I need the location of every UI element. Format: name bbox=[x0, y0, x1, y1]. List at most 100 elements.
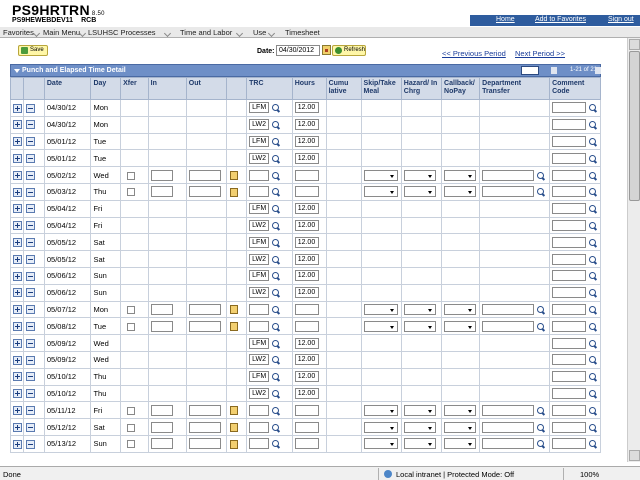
col-out[interactable]: Out bbox=[185, 77, 228, 100]
callback-nopay-select[interactable] bbox=[444, 421, 477, 433]
search-icon[interactable] bbox=[272, 339, 280, 347]
hours-input[interactable] bbox=[294, 186, 319, 198]
trc-input[interactable]: LW2 bbox=[249, 119, 270, 131]
search-icon[interactable] bbox=[589, 154, 597, 162]
department-transfer-input[interactable] bbox=[482, 303, 535, 315]
search-icon[interactable] bbox=[272, 221, 280, 229]
comment-code-input[interactable] bbox=[552, 320, 587, 332]
first-page-icon[interactable] bbox=[551, 67, 557, 74]
add-row-icon[interactable] bbox=[13, 170, 22, 180]
callback-nopay-select[interactable] bbox=[444, 169, 477, 181]
search-icon[interactable] bbox=[272, 121, 280, 129]
search-icon[interactable] bbox=[272, 137, 280, 145]
last-page-icon[interactable] bbox=[595, 67, 601, 74]
search-icon[interactable] bbox=[272, 373, 280, 381]
delete-row-icon[interactable] bbox=[25, 406, 35, 415]
add-row-icon[interactable] bbox=[13, 305, 22, 315]
trc-input[interactable] bbox=[249, 404, 270, 416]
search-icon[interactable] bbox=[589, 322, 597, 330]
hours-input[interactable]: 12.00 bbox=[294, 203, 319, 215]
xfer-checkbox[interactable] bbox=[127, 423, 136, 432]
collapse-icon[interactable] bbox=[14, 69, 20, 73]
col-callback-nopay[interactable]: Callback/ NoPay bbox=[441, 77, 481, 100]
trc-input[interactable] bbox=[249, 186, 270, 198]
add-row-icon[interactable] bbox=[13, 355, 22, 365]
out-time-input[interactable] bbox=[188, 438, 221, 450]
department-transfer-input[interactable] bbox=[482, 320, 535, 332]
col-trc[interactable]: TRC bbox=[246, 77, 293, 100]
search-icon[interactable] bbox=[589, 356, 597, 364]
callback-nopay-select[interactable] bbox=[444, 303, 477, 315]
department-transfer-input[interactable] bbox=[482, 404, 535, 416]
add-row-icon[interactable] bbox=[13, 137, 22, 147]
home-link[interactable]: Home bbox=[496, 16, 515, 23]
comment-code-input[interactable] bbox=[552, 303, 587, 315]
save-button[interactable]: Save bbox=[18, 45, 48, 56]
add-row-icon[interactable] bbox=[13, 439, 22, 449]
add-row-icon[interactable] bbox=[13, 204, 22, 214]
trc-input[interactable]: LFM bbox=[249, 270, 270, 282]
comment-code-input[interactable] bbox=[552, 102, 587, 114]
in-time-input[interactable] bbox=[150, 303, 173, 315]
xfer-checkbox[interactable] bbox=[127, 188, 136, 197]
delete-row-icon[interactable] bbox=[25, 120, 35, 130]
hours-input[interactable] bbox=[294, 404, 319, 416]
crumb-favorites[interactable]: Favorites bbox=[3, 28, 34, 37]
skip-take-meal-select[interactable] bbox=[363, 320, 398, 332]
delete-row-icon[interactable] bbox=[25, 372, 35, 382]
search-icon[interactable] bbox=[272, 104, 280, 112]
search-icon[interactable] bbox=[272, 406, 280, 414]
hazard-in-charge-select[interactable] bbox=[403, 438, 436, 450]
search-icon[interactable] bbox=[589, 373, 597, 381]
col-day[interactable]: Day bbox=[90, 77, 122, 100]
trc-input[interactable]: LW2 bbox=[249, 354, 270, 366]
scroll-thumb[interactable] bbox=[629, 51, 640, 201]
callback-nopay-select[interactable] bbox=[444, 404, 477, 416]
xfer-checkbox[interactable] bbox=[127, 305, 136, 314]
trc-input[interactable]: LW2 bbox=[249, 387, 270, 399]
in-time-input[interactable] bbox=[150, 421, 173, 433]
delete-row-icon[interactable] bbox=[25, 422, 35, 432]
hazard-in-charge-select[interactable] bbox=[403, 404, 436, 416]
add-row-icon[interactable] bbox=[13, 221, 22, 231]
hours-input[interactable]: 12.00 bbox=[294, 337, 319, 349]
in-time-input[interactable] bbox=[150, 186, 173, 198]
search-icon[interactable] bbox=[272, 272, 280, 280]
time-builder-icon[interactable] bbox=[230, 422, 239, 432]
refresh-button[interactable]: Refresh bbox=[332, 45, 366, 56]
hazard-in-charge-select[interactable] bbox=[403, 169, 436, 181]
col-hazard-in-charge[interactable]: Hazard/ In Chrg bbox=[400, 77, 443, 100]
trc-input[interactable]: LFM bbox=[249, 203, 270, 215]
comment-code-input[interactable] bbox=[552, 354, 587, 366]
hours-input[interactable] bbox=[294, 303, 319, 315]
grid-view-icon[interactable] bbox=[521, 66, 539, 75]
callback-nopay-select[interactable] bbox=[444, 320, 477, 332]
hazard-in-charge-select[interactable] bbox=[403, 303, 436, 315]
out-time-input[interactable] bbox=[188, 404, 221, 416]
comment-code-input[interactable] bbox=[552, 253, 587, 265]
trc-input[interactable]: LW2 bbox=[249, 287, 270, 299]
hours-input[interactable] bbox=[294, 421, 319, 433]
trc-input[interactable]: LFM bbox=[249, 102, 270, 114]
in-time-input[interactable] bbox=[150, 438, 173, 450]
skip-take-meal-select[interactable] bbox=[363, 303, 398, 315]
trc-input[interactable] bbox=[249, 320, 270, 332]
hazard-in-charge-select[interactable] bbox=[403, 186, 436, 198]
scroll-down-icon[interactable] bbox=[629, 450, 640, 461]
col-date[interactable]: Date bbox=[43, 77, 92, 100]
vertical-scrollbar[interactable] bbox=[627, 38, 640, 462]
delete-row-icon[interactable] bbox=[25, 103, 35, 113]
trc-input[interactable] bbox=[249, 421, 270, 433]
add-row-icon[interactable] bbox=[13, 271, 22, 281]
search-icon[interactable] bbox=[589, 255, 597, 263]
trc-input[interactable]: LFM bbox=[249, 337, 270, 349]
out-time-input[interactable] bbox=[188, 421, 221, 433]
callback-nopay-select[interactable] bbox=[444, 186, 477, 198]
col-xfer[interactable]: Xfer bbox=[120, 77, 149, 100]
time-builder-icon[interactable] bbox=[230, 170, 239, 180]
trc-input[interactable] bbox=[249, 438, 270, 450]
trc-input[interactable]: LW2 bbox=[249, 219, 270, 231]
in-time-input[interactable] bbox=[150, 169, 173, 181]
add-to-favorites-link[interactable]: Add to Favorites bbox=[535, 16, 586, 23]
skip-take-meal-select[interactable] bbox=[363, 169, 398, 181]
